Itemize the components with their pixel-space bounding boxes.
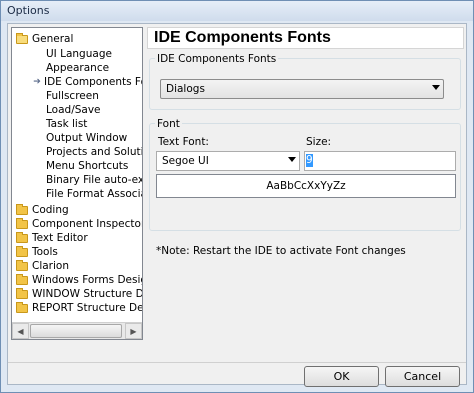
chevron-down-icon (432, 85, 440, 90)
ok-button[interactable]: OK (304, 366, 379, 387)
tree-item-label: Component Inspector (32, 218, 143, 230)
tree-item-label: Load/Save (46, 104, 101, 116)
panel-title: IDE Components Fonts (147, 27, 464, 49)
tree-item-label: Tools (32, 246, 58, 258)
tree-item-report-structure-designer[interactable]: REPORT Structure Designer (16, 300, 143, 316)
tree-item-label: REPORT Structure Designer (32, 302, 143, 314)
font-sample-preview: AaBbCcXxYyZz (156, 174, 456, 198)
font-group-label: Font (155, 118, 182, 130)
tree-item-label: General (32, 33, 74, 45)
scroll-left-button[interactable]: ◀ (12, 323, 29, 339)
dialog-body: General UI Language Appearance ➔ IDE Com… (7, 23, 467, 387)
text-font-label: Text Font: (158, 136, 209, 148)
folder-icon (16, 287, 28, 299)
tree-item-label: IDE Components Fonts (44, 76, 142, 88)
size-label: Size: (306, 136, 332, 148)
folder-icon (16, 245, 28, 257)
folder-icon (16, 259, 28, 271)
components-group-label: IDE Components Fonts (155, 53, 279, 65)
size-value: 9 (306, 154, 313, 167)
components-dropdown[interactable]: Dialogs (160, 79, 444, 99)
folder-icon (16, 273, 28, 285)
tree-item-file-format-associations[interactable]: File Format Associations (46, 186, 142, 202)
chevron-left-icon: ◀ (17, 326, 24, 336)
tree-item-label: Coding (32, 204, 69, 216)
tree-item-label: Projects and Solutions (46, 146, 143, 158)
selected-arrow-icon: ➔ (33, 77, 41, 87)
tree-item-label: Appearance (46, 62, 110, 74)
button-separator (8, 362, 466, 363)
chevron-right-icon: ▶ (130, 326, 137, 336)
size-input[interactable]: 9 (304, 151, 456, 171)
scroll-thumb[interactable] (30, 324, 122, 338)
folder-icon (16, 217, 28, 229)
restart-note: *Note: Restart the IDE to activate Font … (156, 245, 406, 257)
text-font-dropdown[interactable]: Segoe UI (156, 151, 300, 171)
options-tree[interactable]: General UI Language Appearance ➔ IDE Com… (11, 27, 143, 340)
options-window: Options General UI Language Appearance ➔… (0, 0, 474, 393)
tree-item-label: Task list (46, 118, 88, 130)
components-dropdown-value: Dialogs (166, 83, 205, 95)
tree-item-label: File Format Associations (46, 188, 142, 200)
folder-icon (16, 231, 28, 243)
cancel-button[interactable]: Cancel (385, 366, 460, 387)
folder-open-icon (16, 32, 28, 44)
title-bar[interactable]: Options (1, 1, 473, 21)
tree-item-label: Clarion (32, 260, 69, 272)
folder-icon (16, 301, 28, 313)
tree-horizontal-scrollbar[interactable]: ◀ ▶ (12, 322, 142, 339)
tree-item-label: Binary File auto-export (46, 174, 142, 186)
folder-icon (16, 203, 28, 215)
tree-item-label: Windows Forms Designer (32, 274, 142, 286)
window-title: Options (7, 4, 50, 17)
settings-panel: IDE Components Fonts IDE Components Font… (147, 27, 464, 340)
tree-item-label: Fullscreen (46, 90, 99, 102)
tree-item-label: Text Editor (32, 232, 88, 244)
tree-item-label: UI Language (46, 48, 112, 60)
tree-item-label: Menu Shortcuts (46, 160, 129, 172)
text-font-value: Segoe UI (162, 155, 209, 167)
tree-item-label: WINDOW Structure Designer (32, 288, 143, 300)
chevron-down-icon (288, 157, 296, 162)
scroll-right-button[interactable]: ▶ (125, 323, 142, 339)
tree-item-label: Output Window (46, 132, 128, 144)
tree-item-general[interactable]: General (16, 31, 73, 47)
